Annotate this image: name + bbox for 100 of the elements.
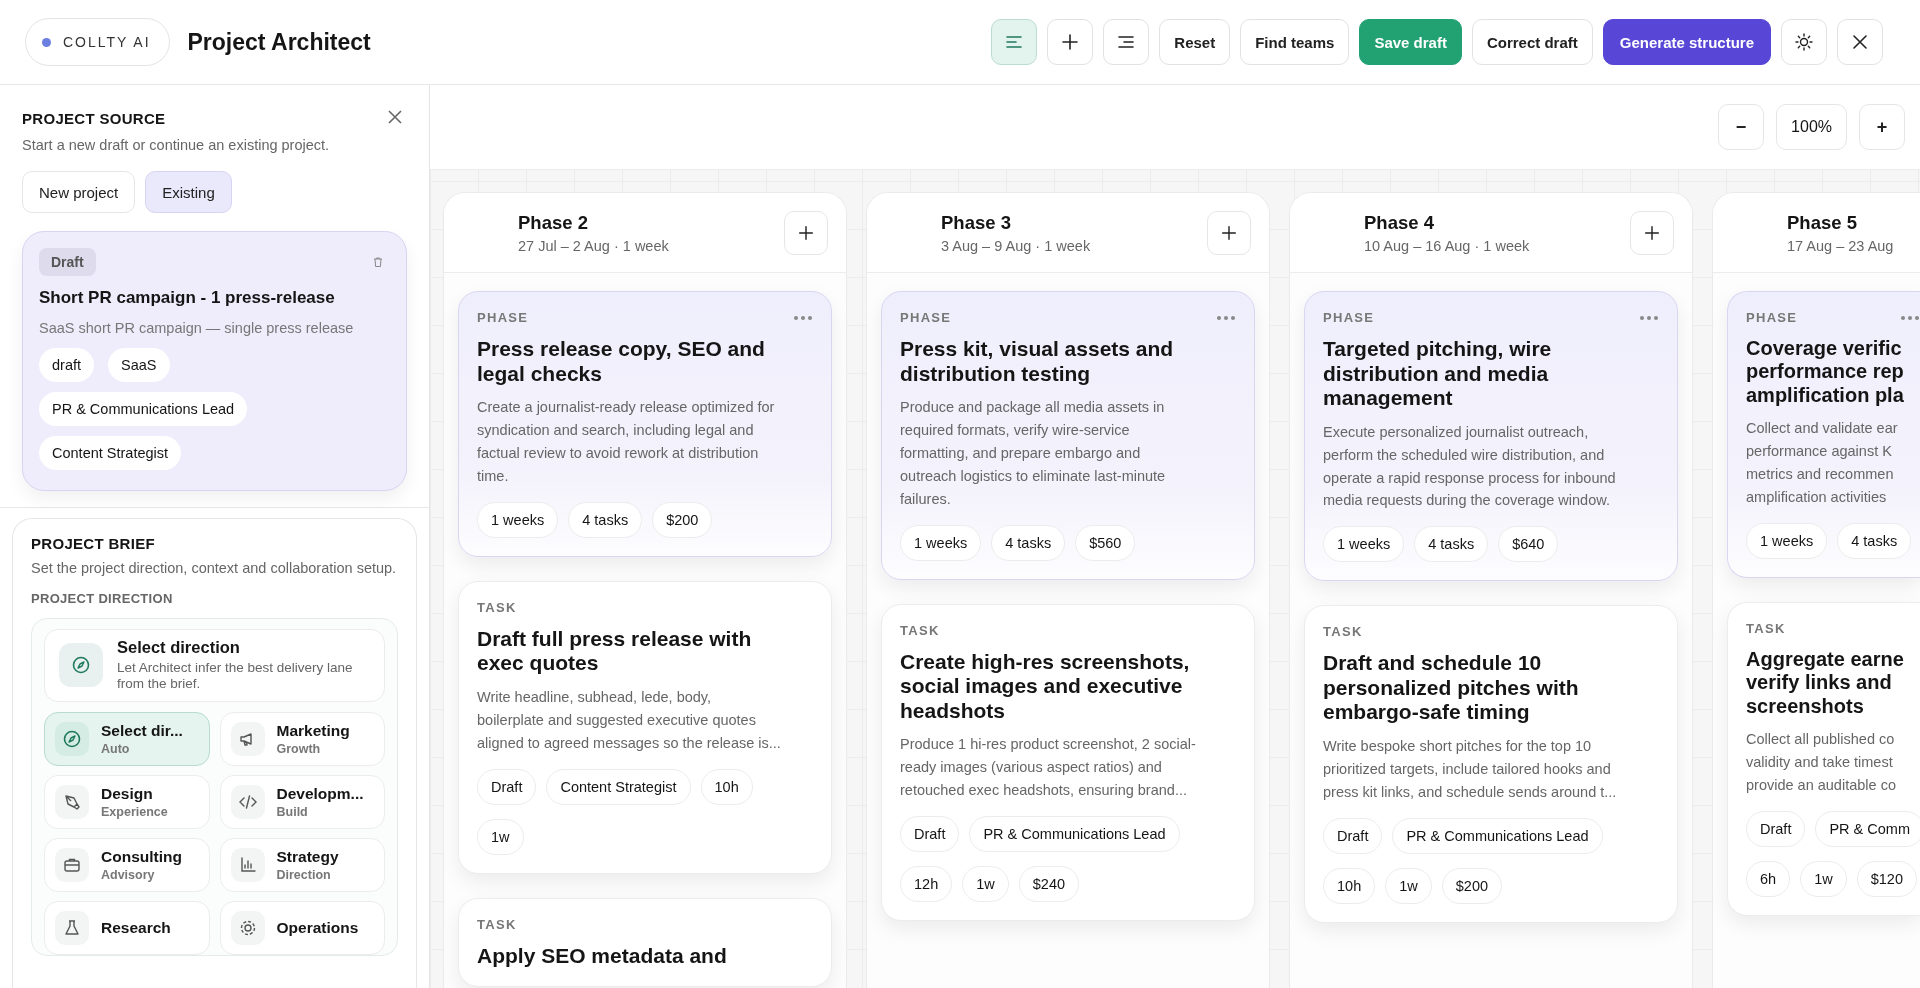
direction-option[interactable]: Consulting Advisory bbox=[44, 838, 210, 893]
card-description: Write headline, subhead, lede, body, boilerplate and suggested executive quotes aligned to agreed messages so the release is... bbox=[477, 687, 782, 753]
direction-option[interactable]: Design Experience bbox=[44, 775, 210, 830]
direction-option[interactable]: Marketing Growth bbox=[219, 712, 385, 767]
meta-chip: 1w bbox=[1800, 860, 1847, 897]
phase-card[interactable] bbox=[458, 291, 832, 557]
card-description: Collect and validate ear performance against K metrics and recommen amplification activities bbox=[1746, 419, 1899, 507]
mode-tab[interactable]: New project bbox=[22, 171, 136, 214]
compass-icon bbox=[55, 722, 89, 757]
card-type-label: TASK bbox=[1323, 624, 1363, 640]
phase-card[interactable] bbox=[1304, 291, 1678, 582]
direction-option[interactable]: Operations bbox=[219, 901, 385, 956]
sun-icon bbox=[1794, 32, 1814, 52]
close-icon bbox=[387, 109, 403, 125]
zoom-in-button[interactable]: + bbox=[1859, 104, 1905, 150]
direction-option[interactable]: Research bbox=[44, 901, 210, 956]
meta-chip: $200 bbox=[1441, 867, 1502, 904]
meta-chip: 1 weeks bbox=[900, 524, 982, 561]
theme-button[interactable] bbox=[1781, 19, 1827, 65]
meta-chip: 6h bbox=[1746, 860, 1791, 897]
tag-chip: draft bbox=[39, 348, 94, 383]
card-type-label: PHASE bbox=[900, 310, 952, 325]
meta-chip: 4 tasks bbox=[1414, 526, 1489, 563]
pen-icon bbox=[55, 785, 89, 820]
phase-card[interactable]: PHASE Coverage verific performance rep amplification pla Collect and validate ear performance against K metrics and recommen amplification activities 1 weeks 4 tasks bbox=[1727, 291, 1920, 578]
direction-option[interactable]: Developm... Build bbox=[219, 775, 385, 830]
brand-name: COLLTY AI bbox=[63, 34, 151, 50]
close-icon bbox=[1850, 32, 1870, 52]
card-type-label: TASK bbox=[900, 622, 940, 638]
app-title: Project Architect bbox=[187, 28, 371, 56]
project-description: SaaS short PR campaign — single press release bbox=[39, 320, 355, 337]
add-button[interactable] bbox=[1047, 19, 1094, 65]
card-title: Draft and schedule 10 personalized pitches with embargo-safe timing bbox=[1323, 651, 1580, 725]
toolbar-button[interactable]: Correct draft bbox=[1471, 19, 1593, 65]
meta-chip: PR & Communications Lead bbox=[1392, 817, 1603, 854]
column-title: Phase 2 bbox=[518, 211, 589, 234]
task-card[interactable]: TASK Apply SEO metadata and bbox=[458, 897, 832, 988]
meta-chip: 1w bbox=[1385, 867, 1432, 904]
meta-chip: 10h bbox=[700, 768, 753, 805]
status-badge: Draft bbox=[39, 248, 96, 277]
column-title: Phase 4 bbox=[1364, 211, 1435, 234]
project-card[interactable]: Draft Short PR campaign - 1 press-release SaaS short PR campaign — single press release draft SaaS PR & Communications Lead Content Strategist bbox=[22, 231, 407, 492]
gear-icon bbox=[230, 911, 265, 946]
add-button[interactable] bbox=[1630, 210, 1674, 255]
bar-chart-icon bbox=[230, 848, 265, 883]
meta-chip: 1 weeks bbox=[477, 501, 559, 538]
direction-title: Select direction bbox=[117, 637, 241, 657]
more-icon[interactable] bbox=[1216, 314, 1236, 321]
plus-icon bbox=[1643, 223, 1661, 242]
code-icon bbox=[230, 785, 265, 820]
add-button[interactable] bbox=[1207, 210, 1251, 255]
add-button[interactable] bbox=[784, 210, 828, 255]
meta-chip: 1 weeks bbox=[1746, 522, 1828, 559]
meta-chip: Draft bbox=[477, 768, 537, 805]
card-type-label: TASK bbox=[1746, 620, 1786, 636]
tag-chip: PR & Communications Lead bbox=[39, 392, 248, 427]
card-type-label: TASK bbox=[477, 916, 517, 932]
more-icon[interactable] bbox=[793, 314, 813, 321]
zoom-out-button[interactable]: − bbox=[1718, 104, 1765, 150]
meta-chip: 12h bbox=[900, 866, 953, 903]
phase-card[interactable] bbox=[881, 291, 1255, 580]
card-type-label: TASK bbox=[477, 599, 517, 615]
direction-hint: Let Architect infer the best delivery lane from the brief. bbox=[117, 659, 354, 694]
align-right-button[interactable] bbox=[1103, 19, 1150, 65]
card-type-label: PHASE bbox=[477, 310, 529, 325]
align-left-button[interactable] bbox=[991, 19, 1038, 65]
project-name: Short PR campaign - 1 press-release bbox=[39, 288, 336, 309]
plus-icon bbox=[1220, 223, 1238, 242]
close-button[interactable] bbox=[1837, 19, 1883, 65]
trash-icon bbox=[372, 256, 384, 269]
meta-chip: 10h bbox=[1323, 867, 1376, 904]
plus-icon bbox=[797, 223, 815, 242]
briefcase-icon bbox=[55, 848, 89, 883]
meta-chip: Draft bbox=[1323, 817, 1383, 854]
card-description: Create a journalist-ready release optimized for syndication and search, including legal and factual review to avoid rework at distribution time. bbox=[477, 398, 776, 486]
meta-chip: 1w bbox=[962, 866, 1009, 903]
meta-chip: $120 bbox=[1856, 860, 1917, 897]
more-icon[interactable] bbox=[1900, 314, 1920, 321]
meta-chip: 1w bbox=[477, 818, 524, 855]
plus-icon bbox=[1060, 32, 1081, 52]
section-description: Start a new draft or continue an existing project. bbox=[22, 136, 331, 155]
direction-option[interactable]: Strategy Direction bbox=[219, 838, 385, 893]
direction-option[interactable]: Select dir... Auto bbox=[44, 712, 210, 767]
tag-chip: Content Strategist bbox=[39, 436, 182, 471]
more-icon[interactable] bbox=[1639, 314, 1659, 321]
meta-chip: 1 weeks bbox=[1323, 526, 1405, 563]
meta-chip: Draft bbox=[900, 816, 960, 853]
card-type-label: PHASE bbox=[1323, 310, 1375, 325]
toolbar-button[interactable]: Generate structure bbox=[1602, 19, 1771, 65]
mode-tab[interactable]: Existing bbox=[145, 171, 232, 214]
card-title: Draft full press release with exec quotes bbox=[477, 626, 753, 676]
toolbar-button[interactable]: Reset bbox=[1159, 19, 1231, 65]
column-dates: 27 Jul – 2 Aug · 1 week bbox=[518, 237, 669, 254]
card-title: Create high-res screenshots, social images and executive headshots bbox=[900, 649, 1191, 724]
task-card[interactable]: TASK Aggregate earne verify links and screenshots Collect all published co validity and take timest provide an auditable co Draft PR & Comm 6h 1w $120 bbox=[1727, 601, 1920, 916]
meta-chip: Content Strategist bbox=[546, 768, 691, 805]
card-description: Produce 1 hi-res product screenshot, 2 social- ready images (various aspect ratios) and retouched exec headshots, ensuring brand... bbox=[900, 735, 1197, 801]
toolbar-button[interactable]: Find teams bbox=[1240, 19, 1350, 65]
card-description: Execute personalized journalist outreach, perform the scheduled wire distribution, and operate a rapid response process for inbound media requests during the coverage window. bbox=[1323, 422, 1617, 511]
meta-chip: 4 tasks bbox=[1837, 522, 1912, 559]
